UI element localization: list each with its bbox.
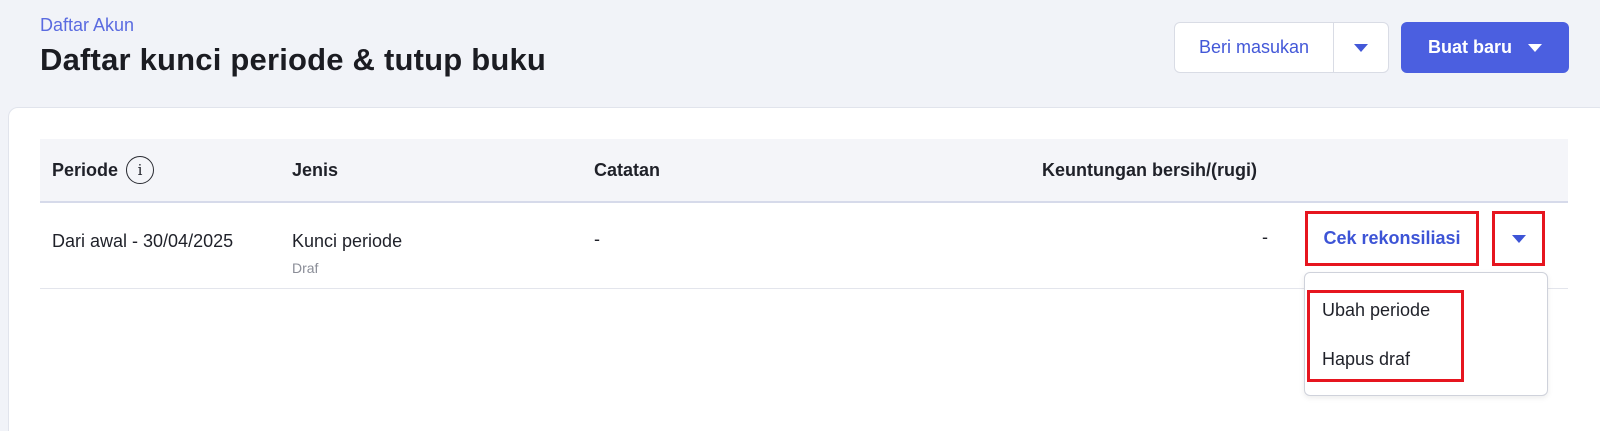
column-header-catatan: Catatan	[594, 159, 661, 180]
menu-item-delete-draft[interactable]: Hapus draf	[1322, 349, 1410, 370]
breadcrumb[interactable]: Daftar Akun	[40, 15, 134, 36]
column-header-label: Periode	[52, 159, 119, 180]
cell-periode: Dari awal - 30/04/2025	[52, 231, 234, 251]
page-title: Daftar kunci periode & tutup buku	[40, 42, 547, 77]
feedback-dropdown-toggle[interactable]	[1334, 23, 1388, 72]
row-actions-toggle[interactable]	[1492, 211, 1545, 266]
feedback-button-group: Beri masukan	[1174, 22, 1389, 73]
chevron-down-icon	[1354, 43, 1368, 52]
column-header-jenis: Jenis	[292, 159, 339, 180]
table-header: Periode i Jenis Catatan Keuntungan bersi…	[40, 139, 1568, 203]
info-icon[interactable]: i	[126, 156, 155, 184]
create-new-button[interactable]: Buat baru	[1401, 22, 1569, 73]
create-new-label: Buat baru	[1427, 37, 1512, 57]
status-label: Draf	[292, 260, 319, 276]
cell-keuntungan: -	[1262, 227, 1268, 247]
column-header-keuntungan: Keuntungan bersih/(rugi)	[1042, 159, 1257, 180]
column-header-periode: Periode i	[52, 139, 155, 201]
feedback-button[interactable]: Beri masukan	[1175, 23, 1334, 72]
reconciliation-button[interactable]: Cek rekonsiliasi	[1305, 211, 1479, 266]
chevron-down-icon	[1511, 234, 1526, 243]
menu-item-edit-period[interactable]: Ubah periode	[1322, 300, 1430, 321]
cell-jenis: Kunci periode	[292, 231, 403, 251]
cell-catatan: -	[594, 229, 600, 249]
chevron-down-icon	[1528, 43, 1542, 52]
